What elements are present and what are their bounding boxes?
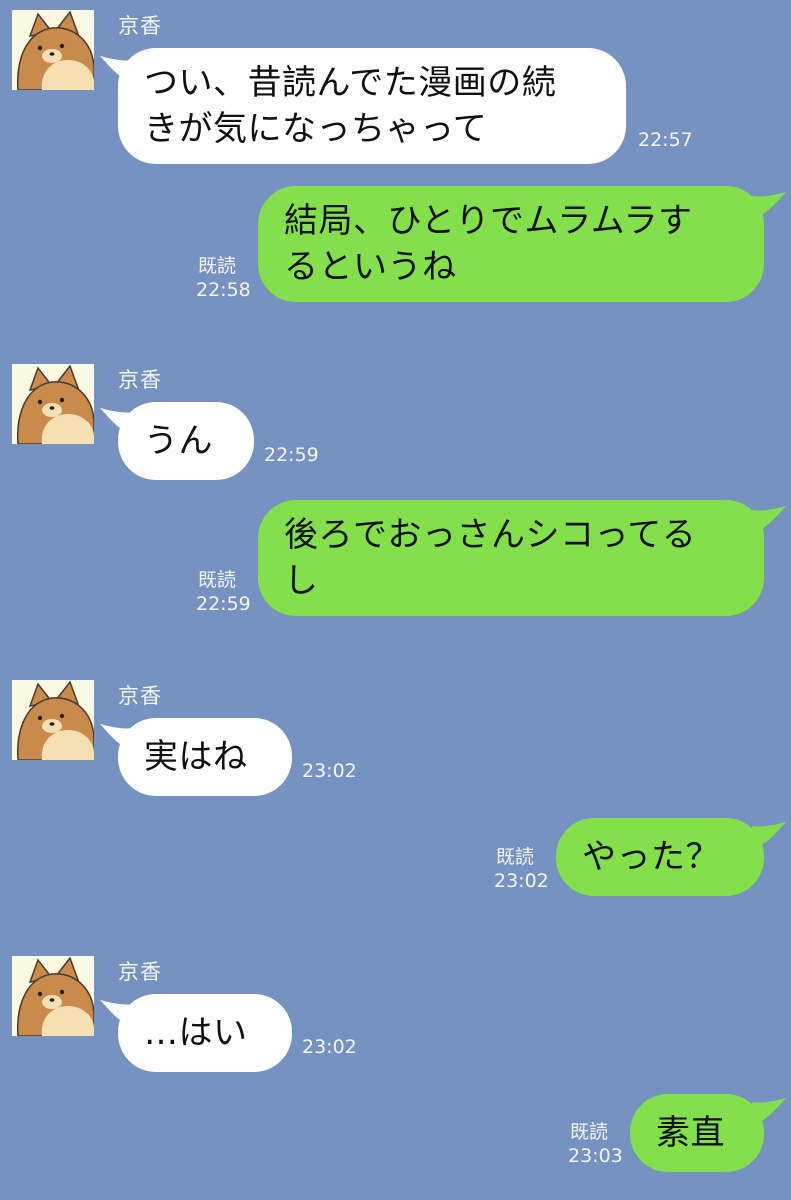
- sender-name: 京香: [118, 960, 162, 984]
- message-time: 23:02: [494, 870, 549, 892]
- avatar[interactable]: [12, 10, 94, 90]
- message-bubble[interactable]: うん: [118, 402, 254, 480]
- message-time: 23:02: [302, 1036, 357, 1058]
- sender-name: 京香: [118, 14, 162, 38]
- shiba-dog-face-icon: [12, 364, 94, 444]
- message-bubble[interactable]: やった？: [556, 818, 764, 896]
- message-time: 23:03: [568, 1145, 623, 1167]
- shiba-dog-face-icon: [12, 956, 94, 1036]
- message-bubble[interactable]: 実はね: [118, 718, 292, 796]
- message-bubble[interactable]: つい、昔読んでた漫画の続 きが気になっちゃって: [118, 48, 626, 164]
- shiba-dog-face-icon: [12, 680, 94, 760]
- read-receipt: 既読: [496, 846, 535, 868]
- read-receipt: 既読: [198, 255, 237, 277]
- bubble-tail: [752, 822, 786, 848]
- avatar[interactable]: [12, 956, 94, 1036]
- read-receipt: 既読: [198, 569, 237, 591]
- message-time: 22:58: [196, 279, 251, 301]
- message-time: 23:02: [302, 760, 357, 782]
- avatar[interactable]: [12, 364, 94, 444]
- message-time: 22:57: [638, 129, 693, 151]
- message-time: 22:59: [264, 444, 319, 466]
- shiba-dog-face-icon: [12, 10, 94, 90]
- bubble-tail: [752, 192, 786, 218]
- avatar[interactable]: [12, 680, 94, 760]
- sender-name: 京香: [118, 368, 162, 392]
- bubble-tail: [752, 1098, 786, 1124]
- message-bubble[interactable]: 後ろでおっさんシコってる し: [258, 500, 764, 616]
- message-time: 22:59: [196, 593, 251, 615]
- message-bubble[interactable]: 結局、ひとりでムラムラす るというね: [258, 186, 764, 302]
- sender-name: 京香: [118, 684, 162, 708]
- read-receipt: 既読: [570, 1121, 609, 1143]
- bubble-tail: [752, 506, 786, 532]
- message-bubble[interactable]: 素直: [630, 1094, 764, 1172]
- message-bubble[interactable]: …はい: [118, 994, 292, 1072]
